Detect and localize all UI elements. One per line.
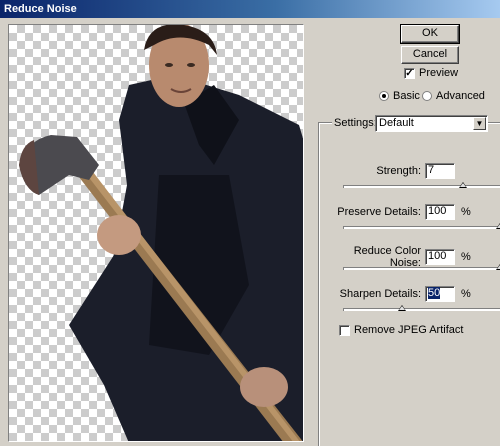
preserve-details-input[interactable]: 100 [425, 204, 455, 220]
sharpen-details-label: Sharpen Details: [339, 288, 421, 300]
preview-photo [19, 25, 303, 441]
ok-button[interactable]: OK [400, 24, 460, 44]
strength-slider[interactable] [343, 182, 500, 188]
preserve-details-slider-thumb[interactable] [496, 223, 500, 229]
remove-jpeg-artifact-label: Remove JPEG Artifact [354, 324, 464, 336]
reduce-color-noise-unit: % [461, 251, 471, 263]
chevron-down-icon[interactable]: ▼ [473, 117, 486, 130]
sharpen-details-slider[interactable] [343, 305, 500, 311]
reduce-color-noise-slider[interactable] [343, 264, 500, 270]
preview-label: Preview [419, 67, 459, 79]
advanced-label: Advanced [436, 90, 485, 102]
settings-label: Settings: [332, 117, 379, 129]
reduce-color-noise-label: Reduce Color Noise: [353, 245, 421, 269]
preserve-details-slider[interactable] [343, 223, 500, 229]
image-preview[interactable] [8, 24, 304, 442]
cancel-button[interactable]: Cancel [401, 46, 459, 64]
remove-jpeg-artifact-checkbox[interactable]: Remove JPEG Artifact [339, 324, 463, 336]
radio-selected-icon [379, 91, 389, 101]
radio-empty-icon [422, 91, 432, 101]
basic-radio[interactable]: Basic [379, 90, 420, 102]
settings-value: Default [379, 117, 414, 129]
preserve-details-unit: % [461, 206, 471, 218]
preview-check-icon: ✓ [404, 67, 415, 79]
preview-checkbox[interactable]: ✓ Preview [404, 67, 458, 79]
sharpen-details-value: 50 [428, 287, 441, 299]
sharpen-details-input[interactable]: 50 [425, 286, 455, 302]
jpeg-checkbox-box [339, 324, 350, 336]
reduce-color-noise-input[interactable]: 100 [425, 249, 455, 265]
reduce-noise-dialog: OK Cancel ✓ Preview Basic Advanced Setti… [0, 18, 500, 446]
preserve-details-label: Preserve Details: [337, 206, 421, 218]
strength-slider-thumb[interactable] [459, 182, 467, 188]
basic-label: Basic [393, 90, 420, 102]
window-title: Reduce Noise [0, 0, 500, 18]
sharpen-details-unit: % [461, 288, 471, 300]
advanced-radio[interactable]: Advanced [422, 90, 485, 102]
settings-select[interactable]: Default ▼ [375, 115, 488, 132]
reduce-color-noise-slider-thumb[interactable] [496, 264, 500, 270]
strength-input[interactable]: 7 [425, 163, 455, 179]
strength-label: Strength: [376, 165, 421, 177]
sharpen-details-slider-thumb[interactable] [398, 305, 406, 311]
